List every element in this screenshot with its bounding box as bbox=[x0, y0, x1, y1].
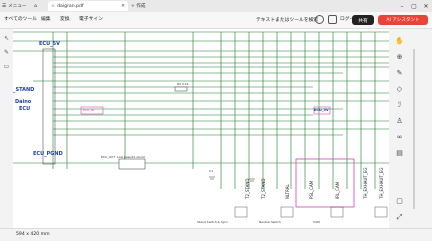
share-button[interactable]: 共有 bbox=[352, 15, 374, 25]
link-icon[interactable]: ∞ bbox=[395, 133, 404, 142]
pdf-page: ECU_5V _STAND Daino ECU ECU_PGND ECU_5V … bbox=[13, 29, 389, 228]
left-tool-rail: ↖ ✎ ▭ bbox=[0, 29, 13, 228]
close-icon: ✕ bbox=[423, 2, 429, 10]
ecu-label: ECU bbox=[19, 106, 31, 112]
close-window-button[interactable]: ✕ bbox=[420, 0, 432, 12]
document-tab[interactable]: ☆ daigran.pdf ✕ bbox=[48, 1, 128, 11]
menu-esign[interactable]: 電子サイン bbox=[79, 15, 103, 22]
page-size-label: 594 x 420 mm bbox=[16, 232, 50, 237]
page-view-icon[interactable]: ▢ bbox=[395, 197, 404, 206]
right-tool-rail: ✋ ⊕ ✎ ◇ ℐ ♙ ∞ ▤ ▢ ⤢ bbox=[391, 29, 432, 228]
close-tab-icon[interactable]: ✕ bbox=[121, 4, 125, 9]
menu-all-tools[interactable]: すべてのツール bbox=[4, 15, 37, 22]
cap-label: C1 bbox=[209, 169, 214, 173]
zoom-in-icon[interactable]: ⊕ bbox=[395, 53, 404, 62]
resistor-label: R2 2.2k bbox=[177, 82, 189, 86]
hamburger-icon: ☰ bbox=[2, 3, 7, 9]
connector-label: NLTRAL bbox=[285, 184, 290, 199]
filter-label: Low pass/1k shunt bbox=[117, 155, 145, 159]
pin-label: ECU_OUT bbox=[101, 155, 116, 159]
fit-page-icon[interactable]: ⤢ bbox=[395, 213, 404, 222]
apps-icon[interactable] bbox=[328, 15, 337, 24]
status-bar: 594 x 420 mm bbox=[0, 228, 432, 241]
pencil-icon[interactable]: ✎ bbox=[395, 69, 404, 78]
ecu-5v-label: ECU_5V bbox=[39, 41, 60, 47]
home-icon[interactable]: ⌂ bbox=[34, 1, 37, 11]
ai-assistant-label: AI アシスタント bbox=[386, 18, 420, 23]
menu-tab[interactable]: ☰ メニュー bbox=[2, 1, 27, 11]
caption-label: Stand Switch & Sync bbox=[197, 220, 229, 224]
stamp-icon[interactable]: ♙ bbox=[395, 117, 404, 126]
toolbar: すべてのツール 編集 変換 電子サイン テキストまたはツールを検索 ログイン 共… bbox=[0, 12, 432, 29]
caption-label: CAM bbox=[313, 220, 320, 224]
new-tab-label: + 作成 bbox=[131, 4, 146, 9]
ecu-pgnd-label: ECU_PGND bbox=[33, 151, 63, 157]
pages-icon[interactable]: ▤ bbox=[395, 149, 404, 158]
menu-convert[interactable]: 変換 bbox=[60, 15, 70, 22]
vertical-scrollbar[interactable] bbox=[413, 49, 415, 209]
maximize-icon: ▢ bbox=[411, 2, 417, 10]
minimize-icon: – bbox=[400, 2, 404, 10]
caption-label: Neutral Switch bbox=[259, 220, 281, 224]
connector-label: PSL_CAM bbox=[309, 180, 314, 199]
minimize-button[interactable]: – bbox=[396, 0, 408, 12]
schematic-drawing bbox=[13, 31, 389, 218]
new-tab-button[interactable]: + 作成 bbox=[131, 1, 146, 11]
connector-label: TH_EXHAUT_EG bbox=[363, 167, 368, 199]
help-icon[interactable] bbox=[315, 15, 324, 24]
star-icon: ☆ bbox=[51, 3, 56, 9]
connector-label: T2_STAND bbox=[245, 178, 250, 199]
maximize-button[interactable]: ▢ bbox=[408, 0, 420, 12]
document-title: daigran.pdf bbox=[57, 3, 84, 9]
eraser-icon[interactable]: ◇ bbox=[395, 85, 404, 94]
daino-label: Daino bbox=[15, 99, 32, 105]
connector-label: IRL_CAM bbox=[335, 181, 340, 199]
share-label: 共有 bbox=[358, 18, 368, 24]
select-arrow-icon[interactable]: ↖ bbox=[3, 35, 10, 42]
tab-bar: ☰ メニュー ⌂ ☆ daigran.pdf ✕ + 作成 – ▢ ✕ bbox=[0, 0, 432, 12]
menu-edit[interactable]: 編集 bbox=[41, 15, 51, 22]
search-input[interactable]: テキストまたはツールを検索 bbox=[256, 16, 318, 23]
stand-label: _STAND bbox=[13, 87, 35, 93]
connector-label: TH_EXHAUT_EG bbox=[379, 167, 384, 199]
ecu-5v-inline-label: ECU_5V bbox=[314, 108, 329, 112]
pin-label: ECU_IN bbox=[83, 108, 94, 112]
ai-assistant-button[interactable]: AI アシスタント bbox=[378, 15, 428, 25]
text-icon[interactable]: ℐ bbox=[395, 101, 404, 110]
comment-icon[interactable]: ✎ bbox=[3, 49, 10, 56]
highlight-icon[interactable]: ▭ bbox=[3, 63, 10, 70]
connector-label: T2_STAND bbox=[261, 178, 266, 199]
menu-label: メニュー bbox=[8, 4, 27, 9]
pan-tool-icon[interactable]: ✋ bbox=[395, 37, 404, 46]
